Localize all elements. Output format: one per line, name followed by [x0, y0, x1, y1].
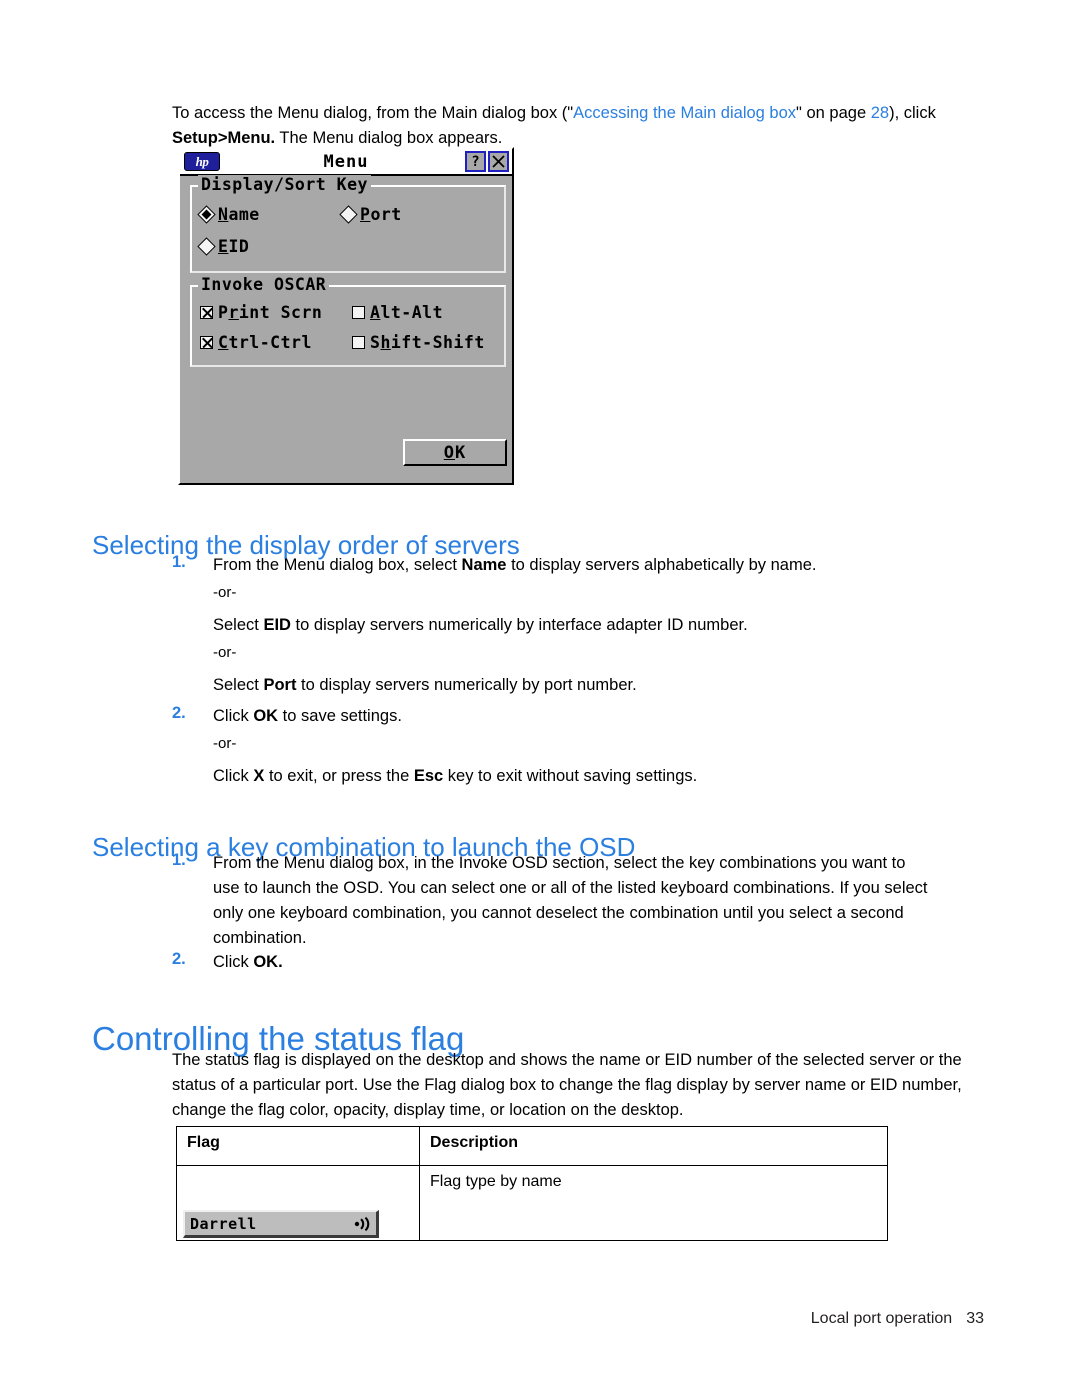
checkbox-icon-shift-shift[interactable]: [352, 336, 365, 349]
list-item-1-sec2: From the Menu dialog box, in the Invoke …: [213, 854, 928, 947]
or-separator-1: -or-: [213, 584, 237, 601]
checkbox-icon-ctrl-ctrl[interactable]: [200, 336, 213, 349]
dialog-titlebar: hp Menu ?: [180, 149, 512, 176]
list-item-2b-text: Click: [213, 767, 254, 785]
list-item-1a: From the Menu dialog box, select Name to…: [213, 553, 913, 578]
footer-page-number: 33: [966, 1310, 984, 1327]
list-item-2a-tail: to save settings.: [278, 707, 402, 725]
status-flag-paragraph: The status flag is displayed on the desk…: [172, 1051, 962, 1119]
radio-option-name[interactable]: Name: [197, 205, 260, 224]
radio-option-eid[interactable]: EID: [197, 237, 250, 256]
intro-text-before-link: To access the Menu dialog, from the Main…: [172, 103, 574, 122]
list-item-2b-mid: to exit, or press the: [264, 767, 414, 785]
list-item-2b-tail: key to exit without saving settings.: [443, 767, 698, 785]
or-separator-3: -or-: [213, 735, 237, 752]
help-button[interactable]: ?: [465, 151, 486, 172]
broadcast-icon: [353, 1216, 371, 1232]
footer-section-title: Local port operation: [810, 1310, 953, 1327]
list-item-2-sec2: Click OK.: [213, 950, 813, 975]
document-page: To access the Menu dialog, from the Main…: [0, 0, 1080, 1397]
checkbox-label-ctrl-ctrl: Ctrl-Ctrl: [218, 333, 312, 352]
or-separator-2: -or-: [213, 644, 237, 661]
list-item-1b: Select EID to display servers numericall…: [213, 613, 913, 638]
list-item-2-sec2-text: Click: [213, 953, 254, 971]
intro-paragraph: To access the Menu dialog, from the Main…: [172, 101, 984, 151]
emphasis-port: Port: [263, 676, 297, 694]
list-item-1c-text: Select: [213, 676, 264, 694]
titlebar-buttons: ?: [465, 151, 512, 172]
list-item-2a: Click OK to save settings.: [213, 704, 913, 729]
checkbox-label-alt-alt: Alt-Alt: [370, 303, 444, 322]
cell-description: Flag type by name: [419, 1165, 888, 1241]
radio-option-port[interactable]: Port: [339, 205, 402, 224]
invoke-oscar-group: Invoke OSCAR Print Scrn Alt-Alt Ctrl-Ctr…: [190, 275, 506, 367]
dialog-title: Menu: [323, 151, 369, 172]
emphasis-ok: OK: [253, 707, 279, 725]
cell-flag-widget: Darrell: [176, 1165, 420, 1241]
list-item-1b-text: Select: [213, 616, 264, 634]
radio-label-name: Name: [218, 205, 260, 224]
checkbox-label-print-scrn: Print Scrn: [218, 303, 323, 322]
setup-menu-command: Setup>Menu.: [172, 128, 276, 147]
list-item-1b-tail: to display servers numerically by interf…: [290, 616, 748, 634]
intro-text-tail: ), click: [889, 103, 936, 122]
emphasis-esc: Esc: [413, 767, 444, 785]
intro-text-after-link: " on page: [796, 103, 871, 122]
checkbox-icon-print-scrn[interactable]: [200, 306, 213, 319]
list-number-2: 2.: [172, 704, 186, 722]
emphasis-x: X: [253, 767, 265, 785]
ok-button[interactable]: OK: [403, 439, 507, 466]
checkbox-option-ctrl-ctrl[interactable]: Ctrl-Ctrl: [200, 333, 312, 352]
flag-table: Flag Description Darrell Flag type by na…: [176, 1126, 888, 1241]
list-number-1: 1.: [172, 553, 186, 571]
radio-label-eid: EID: [218, 237, 250, 256]
list-item-1a-tail: to display servers alphabetically by nam…: [506, 556, 817, 574]
table-header-row: Flag Description: [176, 1126, 888, 1166]
column-header-flag: Flag: [176, 1126, 420, 1166]
radio-icon-port[interactable]: [339, 205, 358, 224]
emphasis-ok-2: OK.: [253, 953, 283, 971]
checkbox-option-alt-alt[interactable]: Alt-Alt: [352, 303, 443, 322]
list-item-1c: Select Port to display servers numerical…: [213, 673, 913, 698]
radio-icon-name[interactable]: [197, 205, 216, 224]
list-number-1-sec2: 1.: [172, 851, 186, 869]
column-header-description: Description: [419, 1126, 888, 1166]
page-footer: Local port operation 33: [811, 1310, 984, 1328]
checkbox-option-print-scrn[interactable]: Print Scrn: [200, 303, 322, 322]
display-sort-key-legend: Display/Sort Key: [198, 175, 371, 194]
list-item-2b: Click X to exit, or press the Esc key to…: [213, 764, 913, 789]
page-reference-number[interactable]: 28: [871, 104, 889, 122]
invoke-oscar-legend: Invoke OSCAR: [198, 275, 330, 294]
radio-icon-eid[interactable]: [197, 237, 216, 256]
list-item-2a-text: Click: [213, 707, 254, 725]
list-number-2-sec2: 2.: [172, 950, 186, 968]
checkbox-icon-alt-alt[interactable]: [352, 306, 365, 319]
list-item-1c-tail: to display servers numerically by port n…: [296, 676, 637, 694]
status-flag-widget: Darrell: [183, 1210, 379, 1238]
menu-dialog: hp Menu ? Display/Sort Key Name Port EID…: [178, 147, 514, 485]
emphasis-eid: EID: [263, 616, 291, 634]
list-item-1a-text: From the Menu dialog box, select: [213, 556, 462, 574]
radio-label-port: Port: [360, 205, 402, 224]
ok-button-label: OK: [443, 442, 467, 463]
checkbox-label-shift-shift: Shift-Shift: [370, 333, 485, 352]
display-sort-key-group: Display/Sort Key Name Port EID: [190, 175, 506, 273]
intro-text-tail2: The Menu dialog box appears.: [275, 128, 503, 147]
table-row: Darrell Flag type by name: [176, 1165, 888, 1241]
cross-reference-link[interactable]: Accessing the Main dialog box: [573, 104, 796, 122]
emphasis-name: Name: [461, 556, 507, 574]
close-icon[interactable]: [488, 151, 509, 172]
checkbox-option-shift-shift[interactable]: Shift-Shift: [352, 333, 485, 352]
status-flag-label: Darrell: [190, 1214, 257, 1233]
